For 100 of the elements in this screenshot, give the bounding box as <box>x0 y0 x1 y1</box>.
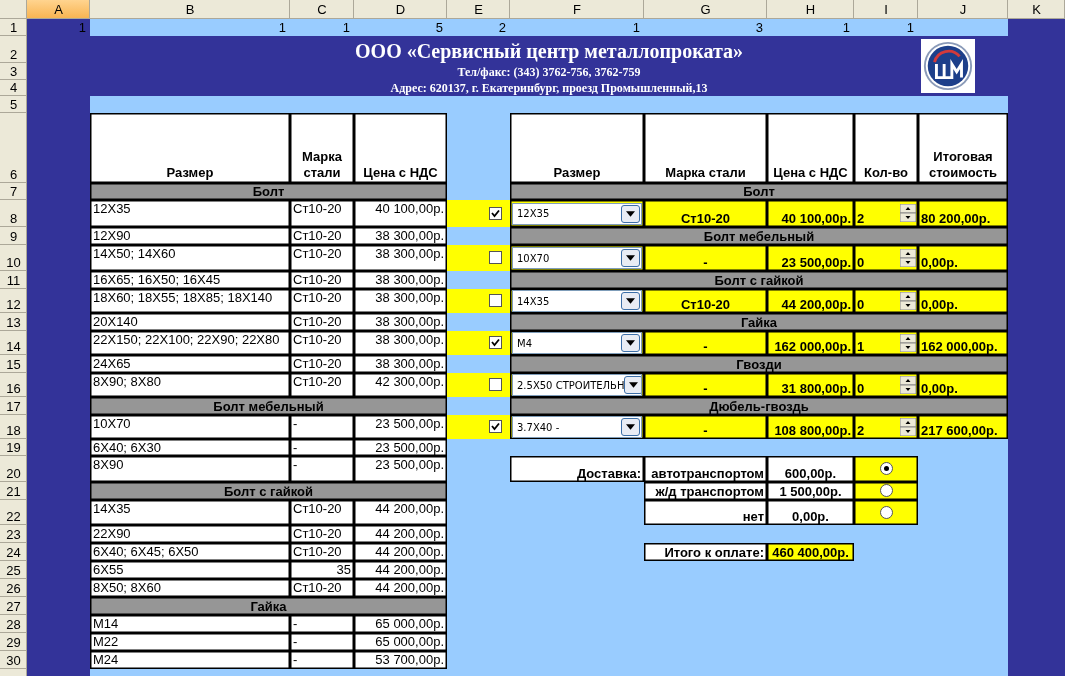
row-header[interactable]: 25 <box>0 561 27 579</box>
row-header[interactable]: 13 <box>0 313 27 331</box>
row-header[interactable]: 3 <box>0 63 27 80</box>
section-heading: Болт <box>90 183 447 200</box>
column-header[interactable]: K <box>1008 0 1065 19</box>
column-header[interactable]: C <box>290 0 354 19</box>
table-cell: 14X35 <box>90 500 290 525</box>
size-dropdown[interactable]: 12X35 <box>512 202 642 225</box>
table-cell: 8X90; 8X80 <box>90 373 290 397</box>
table-cell: 44 200,00р. <box>354 579 447 597</box>
caret-icon <box>621 249 640 267</box>
quantity-value: 0 <box>857 255 865 270</box>
row-header[interactable]: 30 <box>0 651 27 669</box>
table-cell: Ст10-20 <box>290 227 354 245</box>
table-cell: 0,00р. <box>918 373 1008 397</box>
row-header[interactable]: 10 <box>0 245 27 271</box>
checkbox[interactable] <box>489 420 502 433</box>
row-header[interactable]: 11 <box>0 271 27 289</box>
row-header[interactable]: 26 <box>0 579 27 597</box>
size-dropdown[interactable]: 14X35 <box>512 290 642 312</box>
caret-icon <box>621 292 640 310</box>
row-header[interactable]: 2 <box>0 36 27 63</box>
size-dropdown[interactable]: 10X70 <box>512 247 642 269</box>
section-heading: Болт с гайкой <box>90 482 447 500</box>
table-cell: 162 000,00р. <box>918 331 1008 355</box>
spinner[interactable] <box>900 291 916 310</box>
column-heading: Размер <box>510 113 644 183</box>
table-cell: - <box>290 456 354 482</box>
company-title: ООО «Сервисный центр металлопроката» <box>355 39 743 63</box>
table-cell: ж/д транспортом <box>644 482 767 500</box>
row-header[interactable]: 16 <box>0 373 27 397</box>
caret-icon <box>621 418 640 436</box>
column-heading: Размер <box>90 113 290 183</box>
row-header[interactable]: 20 <box>0 456 27 482</box>
column-heading: Цена с НДС <box>767 113 854 183</box>
row-header[interactable]: 27 <box>0 597 27 615</box>
row-header[interactable]: 5 <box>0 96 27 113</box>
spinner[interactable] <box>900 333 916 352</box>
table-cell: 23 500,00р. <box>767 245 854 271</box>
spinner[interactable] <box>900 375 916 394</box>
address-text: Адрес: 620137, г. Екатеринбург, проезд Промышленный,13 <box>390 81 708 96</box>
checkbox[interactable] <box>489 206 502 220</box>
table-cell: 6X55 <box>90 561 290 579</box>
row-header[interactable]: 12 <box>0 289 27 313</box>
radio-button[interactable] <box>879 462 893 475</box>
column-header[interactable]: I <box>854 0 918 19</box>
checkbox[interactable] <box>489 336 502 349</box>
row-header[interactable]: 28 <box>0 615 27 633</box>
row-header[interactable]: 29 <box>0 633 27 651</box>
row-header[interactable]: 6 <box>0 113 27 183</box>
table-cell: Ст10-20 <box>290 271 354 289</box>
row-header[interactable]: 8 <box>0 200 27 227</box>
table-cell: 6X40; 6X45; 6X50 <box>90 543 290 561</box>
column-header[interactable]: B <box>90 0 290 19</box>
delivery-label: Доставка: <box>510 456 644 482</box>
spinner[interactable] <box>900 248 916 267</box>
radio-button[interactable] <box>879 505 893 519</box>
row-header[interactable]: 21 <box>0 482 27 500</box>
logo <box>920 39 976 93</box>
table-cell: - <box>644 373 767 397</box>
row-header[interactable]: 15 <box>0 355 27 373</box>
column-header[interactable]: E <box>447 0 510 19</box>
table-cell: 38 300,00р. <box>354 331 447 355</box>
row-header[interactable]: 14 <box>0 331 27 355</box>
table-cell: автотранспортом <box>644 456 767 482</box>
column-header[interactable]: H <box>767 0 854 19</box>
column-header[interactable]: J <box>918 0 1008 19</box>
checkbox[interactable] <box>489 378 502 391</box>
column-header[interactable]: G <box>644 0 767 19</box>
row-header[interactable]: 18 <box>0 415 27 439</box>
row-header[interactable]: 4 <box>0 80 27 96</box>
row-header[interactable]: 9 <box>0 227 27 245</box>
row-header[interactable]: 22 <box>0 500 27 525</box>
row-header[interactable]: 24 <box>0 543 27 561</box>
table-cell: 38 300,00р. <box>354 355 447 373</box>
table-cell: 600,00р. <box>767 456 854 482</box>
size-dropdown[interactable]: 3.7X40 - <box>512 416 642 438</box>
row-header[interactable]: 17 <box>0 397 27 415</box>
spinner[interactable] <box>900 204 916 222</box>
checkbox[interactable] <box>489 251 502 264</box>
spinner[interactable] <box>900 417 916 436</box>
table-cell: - <box>644 415 767 439</box>
column-header[interactable]: D <box>354 0 447 19</box>
column-header[interactable]: F <box>510 0 644 19</box>
row-header[interactable]: 19 <box>0 439 27 456</box>
table-cell: 162 000,00р. <box>767 331 854 355</box>
section-heading: Дюбель-гвоздь <box>510 397 1008 415</box>
quantity-value: 1 <box>857 339 865 354</box>
table-cell: - <box>290 415 354 439</box>
column-header[interactable]: A <box>27 0 90 19</box>
row-header[interactable]: 1 <box>0 19 27 36</box>
size-dropdown[interactable]: M4 <box>512 332 642 354</box>
table-cell: 6X40; 6X30 <box>90 439 290 456</box>
table-cell: 23 500,00р. <box>354 439 447 456</box>
checkbox[interactable] <box>489 294 502 307</box>
radio-button[interactable] <box>879 484 893 497</box>
table-cell: Ст10-20 <box>644 289 767 313</box>
size-dropdown[interactable]: 2.5X50 СТРОИТЕЛЬН <box>512 374 642 396</box>
row-header[interactable]: 7 <box>0 183 27 200</box>
row-header[interactable]: 23 <box>0 525 27 543</box>
